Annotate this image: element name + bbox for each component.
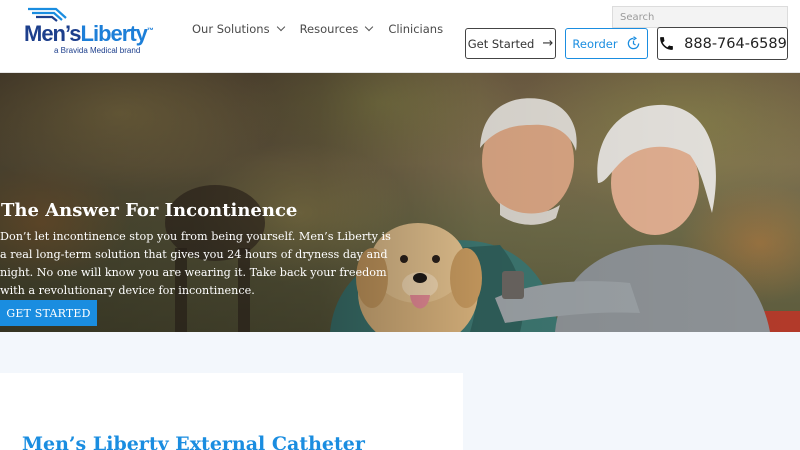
phone-icon xyxy=(660,37,674,50)
search-input[interactable] xyxy=(612,6,788,28)
main-nav: Our Solutions Resources Clinicians xyxy=(192,22,459,36)
phone-button[interactable]: 888-764-6589 xyxy=(657,27,788,60)
nav-item-clinicians[interactable]: Clinicians xyxy=(388,22,443,36)
hero-description: Don’t let incontinence stop you from bei… xyxy=(0,230,391,297)
hero-banner: The Answer For Incontinence Don’t let in… xyxy=(0,73,800,332)
nav-item-label: Clinicians xyxy=(388,22,444,36)
nav-item-label: Resources xyxy=(299,22,359,36)
logo-trademark: ™ xyxy=(146,27,154,35)
logo-name-part2: Liberty xyxy=(80,21,148,46)
reorder-button[interactable]: Reorder xyxy=(565,28,648,59)
logo-name-part1: Men’s xyxy=(24,21,82,46)
logo-subtitle: a Bravida Medical brand xyxy=(54,46,141,55)
reorder-label: Reorder xyxy=(572,36,618,51)
refresh-clock-icon xyxy=(627,36,639,50)
nav-item-resources[interactable]: Resources xyxy=(299,22,374,36)
hero-get-started-button[interactable]: Get Started xyxy=(0,300,97,326)
hero-title: The Answer For Incontinence xyxy=(1,200,298,221)
nav-item-label: Our Solutions xyxy=(192,22,270,36)
logo-wordmark: Men’sLiberty™ xyxy=(24,21,154,47)
site-header: Men’sLiberty™ a Bravida Medical brand Ou… xyxy=(0,0,800,73)
get-started-button[interactable]: Get Started → xyxy=(465,28,556,59)
chevron-down-icon xyxy=(276,22,285,32)
chevron-down-icon xyxy=(365,22,374,32)
section-title: Men’s Liberty External Catheter xyxy=(22,433,365,450)
brand-logo[interactable]: Men’sLiberty™ a Bravida Medical brand xyxy=(24,6,164,58)
logo-swoosh-icon xyxy=(28,7,67,22)
phone-number: 888-764-6589 xyxy=(684,35,787,52)
nav-item-our-solutions[interactable]: Our Solutions xyxy=(192,22,285,36)
arrow-right-icon: → xyxy=(542,36,554,51)
get-started-label: Get Started xyxy=(467,36,535,51)
